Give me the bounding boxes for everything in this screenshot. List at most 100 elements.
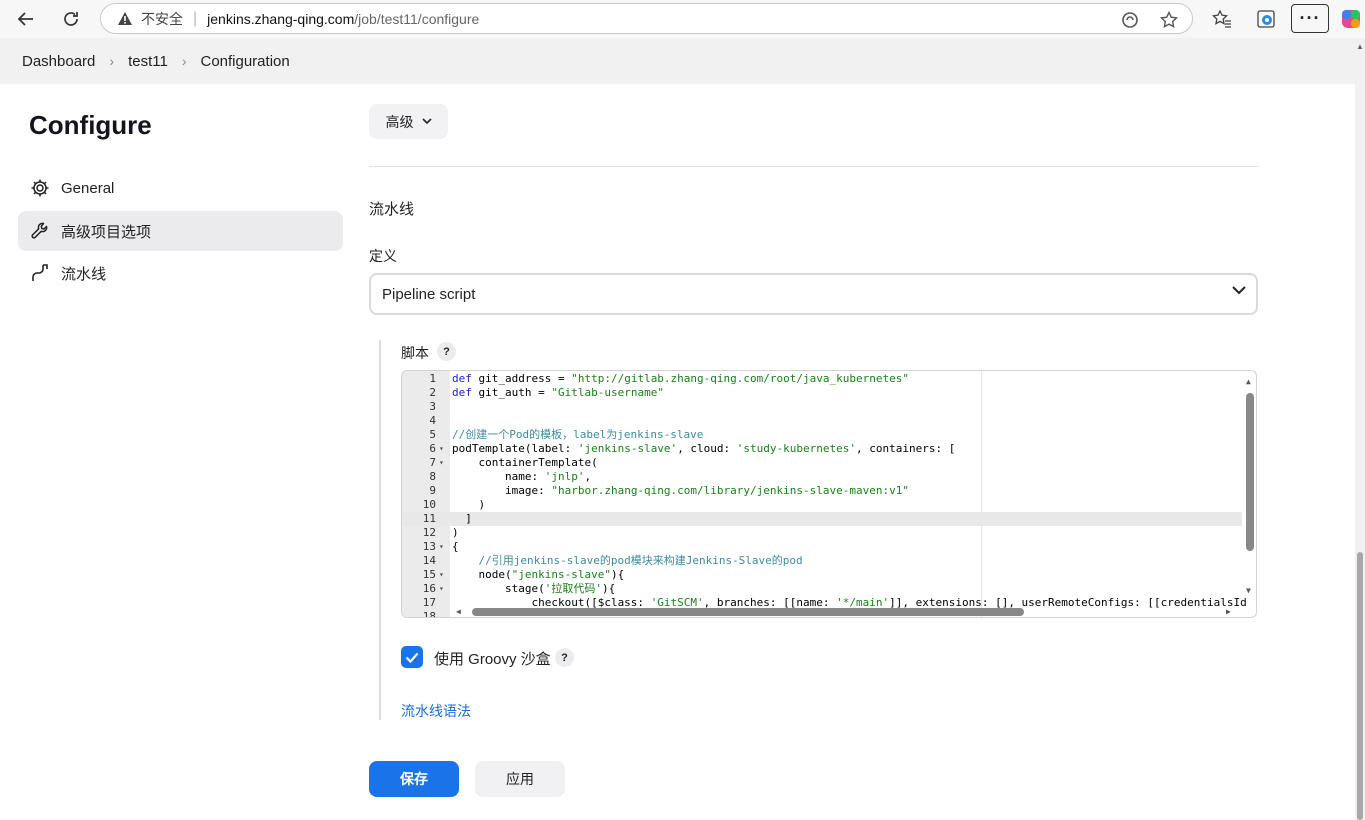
code-text: containerTemplate( (452, 456, 598, 469)
nested-section-line (379, 340, 381, 720)
address-bar[interactable]: 不安全 | jenkins.zhang-qing.com /job/test11… (100, 3, 1193, 34)
page-scrollbar-thumb[interactable] (1357, 552, 1363, 820)
groovy-sandbox-label: 使用 Groovy 沙盒 (434, 651, 551, 668)
sidebar-item-label: 流水线 (61, 265, 107, 283)
editor-line[interactable]: 11 ] (402, 512, 1242, 526)
code-text: podTemplate(label: 'jenkins-slave', clou… (452, 442, 956, 455)
more-options-button[interactable]: ··· (1291, 4, 1329, 33)
editor-vscroll-thumb[interactable] (1246, 393, 1254, 551)
line-number: 11 (422, 512, 436, 525)
editor-line[interactable]: 16 ▾ stage('拉取代码'){ (402, 582, 1242, 596)
editor-line[interactable]: 6 ▾ podTemplate(label: 'jenkins-slave', cl… (402, 442, 1242, 456)
scroll-up-icon[interactable]: ▲ (1246, 377, 1251, 386)
groovy-sandbox-checkbox[interactable] (401, 646, 423, 668)
line-number: 3 (429, 400, 436, 413)
read-aloud-icon[interactable] (1120, 10, 1140, 30)
sidebar-item-label: General (61, 179, 115, 197)
script-help-button[interactable]: ? (437, 342, 456, 361)
section-divider (369, 166, 1258, 167)
code-text: { (452, 540, 459, 553)
page-title: Configure (29, 110, 152, 140)
line-number: 2 (429, 386, 436, 399)
code-text: ) (452, 526, 459, 539)
editor-line[interactable]: 2 def git_auth = "Gitlab-username" (402, 386, 1242, 400)
line-number: 14 (422, 554, 436, 567)
page-scrollbar[interactable]: ▲ (1355, 38, 1365, 820)
line-number: 10 (422, 498, 436, 511)
sidebar-item-general[interactable]: General (18, 168, 343, 208)
url-host: jenkins.zhang-qing.com (207, 10, 355, 27)
scroll-left-icon[interactable]: ◀ (456, 607, 461, 616)
sidebar-item-pipeline[interactable]: 流水线 (18, 253, 343, 293)
breadcrumb-dashboard[interactable]: Dashboard (22, 53, 95, 70)
editor-line[interactable]: 13 ▾ { (402, 540, 1242, 554)
fold-toggle-icon[interactable]: ▾ (439, 540, 444, 554)
editor-line[interactable]: 4 (402, 414, 1242, 428)
save-button[interactable]: 保存 (369, 761, 459, 797)
sidebar-item-advanced[interactable]: 高级项目选项 (18, 211, 343, 251)
fold-toggle-icon[interactable]: ▾ (439, 442, 444, 456)
favorites-icon[interactable] (1209, 6, 1235, 32)
reload-button[interactable] (57, 6, 85, 32)
line-number: 7 (429, 456, 436, 469)
breadcrumb-job[interactable]: test11 (128, 53, 168, 70)
code-text: image: "harbor.zhang-qing.com/library/je… (452, 484, 909, 497)
star-icon[interactable] (1159, 10, 1179, 30)
scroll-up-icon[interactable]: ▲ (1356, 42, 1364, 51)
line-number: 5 (429, 428, 436, 441)
check-icon (405, 652, 419, 663)
code-text: ) (452, 498, 486, 511)
editor-line[interactable]: 5 //创建一个Pod的模板，label为jenkins-slave (402, 428, 1242, 442)
fold-toggle-icon[interactable]: ▾ (439, 456, 444, 470)
sandbox-help-button[interactable]: ? (555, 648, 574, 667)
browser-toolbar: 不安全 | jenkins.zhang-qing.com /job/test11… (0, 0, 1365, 38)
editor-line[interactable]: 8 name: 'jnlp', (402, 470, 1242, 484)
scroll-down-icon[interactable]: ▼ (1246, 586, 1251, 595)
arrow-left-icon (17, 12, 33, 26)
line-number: 15 (422, 568, 436, 581)
copilot-icon[interactable] (1338, 6, 1364, 32)
apply-button[interactable]: 应用 (475, 761, 565, 797)
fold-toggle-icon[interactable]: ▾ (439, 582, 444, 596)
editor-line[interactable]: 10 ) (402, 498, 1242, 512)
line-number: 9 (429, 484, 436, 497)
definition-label: 定义 (369, 248, 397, 264)
editor-hscroll-thumb[interactable] (472, 608, 1024, 616)
scroll-right-icon[interactable]: ▶ (1226, 607, 1231, 616)
code-text: node("jenkins-slave"){ (452, 568, 625, 581)
editor-line[interactable]: 7 ▾ containerTemplate( (402, 456, 1242, 470)
editor-line[interactable]: 3 (402, 400, 1242, 414)
section-title-pipeline: 流水线 (369, 201, 415, 218)
chevron-right-icon: › (109, 53, 115, 69)
editor-line[interactable]: 15 ▾ node("jenkins-slave"){ (402, 568, 1242, 582)
chevron-right-icon: › (181, 53, 187, 69)
definition-value: Pipeline script (382, 285, 476, 303)
back-button[interactable] (12, 6, 40, 32)
editor-line[interactable]: 1 def git_address = "http://gitlab.zhang-… (402, 372, 1242, 386)
script-editor[interactable]: 1 def git_address = "http://gitlab.zhang-… (401, 370, 1257, 618)
warning-icon (117, 11, 133, 26)
pipeline-syntax-link[interactable]: 流水线语法 (401, 701, 471, 721)
advanced-label: 高级 (385, 113, 414, 130)
code-text: //创建一个Pod的模板，label为jenkins-slave (452, 428, 704, 441)
advanced-button[interactable]: 高级 (369, 104, 448, 139)
code-text: name: 'jnlp', (452, 470, 592, 483)
insecure-label: 不安全 (141, 10, 183, 27)
edge-icon[interactable] (1253, 6, 1279, 32)
sidebar-item-label: 高级项目选项 (61, 223, 152, 241)
breadcrumb-configuration[interactable]: Configuration (200, 53, 289, 70)
editor-vertical-scrollbar[interactable]: ▲ ▼ (1243, 371, 1256, 605)
editor-line[interactable]: 14 //引用jenkins-slave的pod模块来构建Jenkins-Sla… (402, 554, 1242, 568)
line-number: 13 (422, 540, 436, 553)
editor-horizontal-scrollbar[interactable]: ◀ ▶ (450, 605, 1256, 617)
wrench-icon (30, 221, 50, 241)
editor-line[interactable]: 12) (402, 526, 1242, 540)
definition-select[interactable]: Pipeline script (369, 273, 1258, 315)
gear-icon (30, 178, 50, 198)
address-separator: | (193, 9, 198, 27)
line-number: 16 (422, 582, 436, 595)
fold-toggle-icon[interactable]: ▾ (439, 568, 444, 582)
url-path: /job/test11/configure (354, 10, 480, 27)
chevron-down-icon (421, 118, 432, 125)
editor-line[interactable]: 9 image: "harbor.zhang-qing.com/library/… (402, 484, 1242, 498)
